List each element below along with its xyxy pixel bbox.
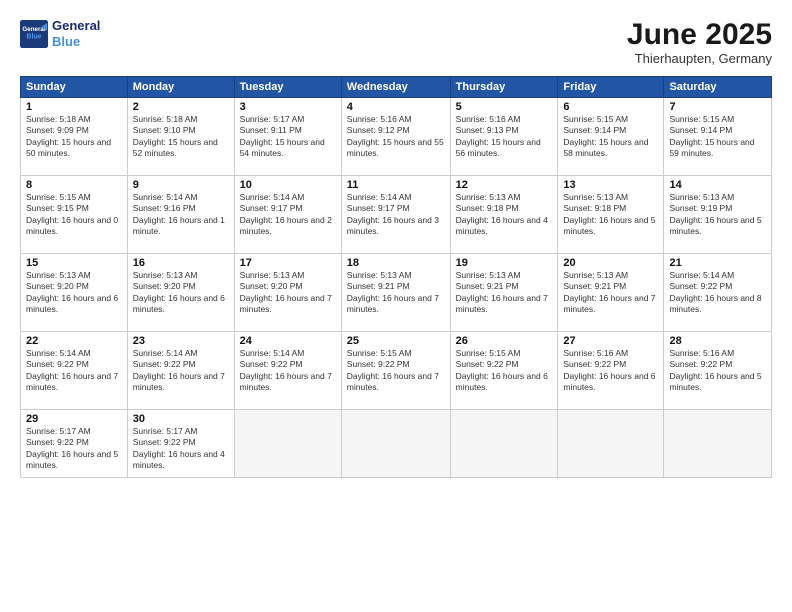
header: General Blue General Blue June 2025 Thie… [20, 18, 772, 66]
day-cell-9: 9 Sunrise: 5:14 AMSunset: 9:16 PMDayligh… [127, 176, 234, 254]
logo: General Blue General Blue [20, 18, 100, 49]
weekday-header-row: Sunday Monday Tuesday Wednesday Thursday… [21, 77, 772, 98]
day-cell-19: 19 Sunrise: 5:13 AMSunset: 9:21 PMDaylig… [450, 254, 558, 332]
day-cell-25: 25 Sunrise: 5:15 AMSunset: 9:22 PMDaylig… [341, 332, 450, 410]
week-row-4: 22 Sunrise: 5:14 AMSunset: 9:22 PMDaylig… [21, 332, 772, 410]
logo-text: General Blue [52, 18, 100, 49]
day-cell-23: 23 Sunrise: 5:14 AMSunset: 9:22 PMDaylig… [127, 332, 234, 410]
day-cell-2: 2 Sunrise: 5:18 AMSunset: 9:10 PMDayligh… [127, 98, 234, 176]
logo-icon: General Blue [20, 20, 48, 48]
day-cell-6: 6 Sunrise: 5:15 AMSunset: 9:14 PMDayligh… [558, 98, 664, 176]
day-cell-12: 12 Sunrise: 5:13 AMSunset: 9:18 PMDaylig… [450, 176, 558, 254]
empty-cell-5 [664, 410, 772, 478]
col-thursday: Thursday [450, 77, 558, 98]
day-cell-16: 16 Sunrise: 5:13 AMSunset: 9:20 PMDaylig… [127, 254, 234, 332]
day-cell-22: 22 Sunrise: 5:14 AMSunset: 9:22 PMDaylig… [21, 332, 128, 410]
week-row-2: 8 Sunrise: 5:15 AMSunset: 9:15 PMDayligh… [21, 176, 772, 254]
col-monday: Monday [127, 77, 234, 98]
day-cell-21: 21 Sunrise: 5:14 AMSunset: 9:22 PMDaylig… [664, 254, 772, 332]
day-cell-13: 13 Sunrise: 5:13 AMSunset: 9:18 PMDaylig… [558, 176, 664, 254]
week-row-3: 15 Sunrise: 5:13 AMSunset: 9:20 PMDaylig… [21, 254, 772, 332]
day-cell-28: 28 Sunrise: 5:16 AMSunset: 9:22 PMDaylig… [664, 332, 772, 410]
calendar-table: Sunday Monday Tuesday Wednesday Thursday… [20, 76, 772, 478]
empty-cell-3 [450, 410, 558, 478]
empty-cell-2 [341, 410, 450, 478]
col-saturday: Saturday [664, 77, 772, 98]
day-cell-30: 30 Sunrise: 5:17 AMSunset: 9:22 PMDaylig… [127, 410, 234, 478]
day-cell-1: 1 Sunrise: 5:18 AMSunset: 9:09 PMDayligh… [21, 98, 128, 176]
day-cell-4: 4 Sunrise: 5:16 AMSunset: 9:12 PMDayligh… [341, 98, 450, 176]
day-cell-8: 8 Sunrise: 5:15 AMSunset: 9:15 PMDayligh… [21, 176, 128, 254]
calendar-page: General Blue General Blue June 2025 Thie… [0, 0, 792, 612]
day-cell-14: 14 Sunrise: 5:13 AMSunset: 9:19 PMDaylig… [664, 176, 772, 254]
svg-text:Blue: Blue [26, 33, 41, 40]
day-cell-15: 15 Sunrise: 5:13 AMSunset: 9:20 PMDaylig… [21, 254, 128, 332]
day-cell-29: 29 Sunrise: 5:17 AMSunset: 9:22 PMDaylig… [21, 410, 128, 478]
day-cell-24: 24 Sunrise: 5:14 AMSunset: 9:22 PMDaylig… [234, 332, 341, 410]
col-sunday: Sunday [21, 77, 128, 98]
day-cell-27: 27 Sunrise: 5:16 AMSunset: 9:22 PMDaylig… [558, 332, 664, 410]
location: Thierhaupten, Germany [627, 51, 772, 66]
col-tuesday: Tuesday [234, 77, 341, 98]
svg-text:General: General [22, 25, 45, 32]
day-cell-17: 17 Sunrise: 5:13 AMSunset: 9:20 PMDaylig… [234, 254, 341, 332]
day-cell-7: 7 Sunrise: 5:15 AMSunset: 9:14 PMDayligh… [664, 98, 772, 176]
col-wednesday: Wednesday [341, 77, 450, 98]
col-friday: Friday [558, 77, 664, 98]
day-cell-3: 3 Sunrise: 5:17 AMSunset: 9:11 PMDayligh… [234, 98, 341, 176]
empty-cell-1 [234, 410, 341, 478]
day-cell-11: 11 Sunrise: 5:14 AMSunset: 9:17 PMDaylig… [341, 176, 450, 254]
week-row-5: 29 Sunrise: 5:17 AMSunset: 9:22 PMDaylig… [21, 410, 772, 478]
day-cell-5: 5 Sunrise: 5:16 AMSunset: 9:13 PMDayligh… [450, 98, 558, 176]
title-block: June 2025 Thierhaupten, Germany [627, 18, 772, 66]
empty-cell-4 [558, 410, 664, 478]
day-cell-18: 18 Sunrise: 5:13 AMSunset: 9:21 PMDaylig… [341, 254, 450, 332]
day-cell-20: 20 Sunrise: 5:13 AMSunset: 9:21 PMDaylig… [558, 254, 664, 332]
day-cell-10: 10 Sunrise: 5:14 AMSunset: 9:17 PMDaylig… [234, 176, 341, 254]
day-cell-26: 26 Sunrise: 5:15 AMSunset: 9:22 PMDaylig… [450, 332, 558, 410]
week-row-1: 1 Sunrise: 5:18 AMSunset: 9:09 PMDayligh… [21, 98, 772, 176]
month-title: June 2025 [627, 18, 772, 51]
